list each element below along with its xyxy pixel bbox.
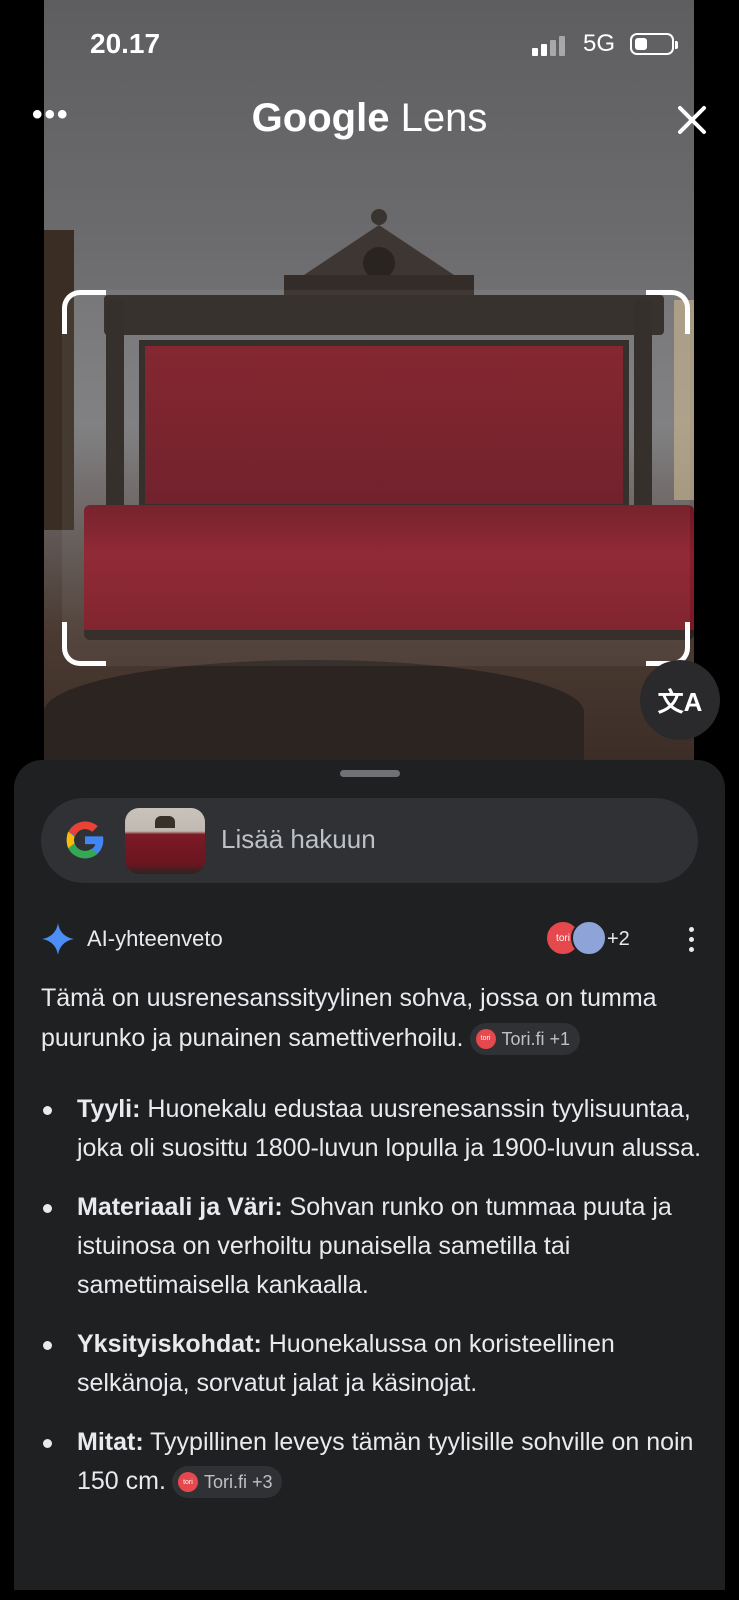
query-image-thumbnail[interactable]: [125, 808, 205, 874]
sheet-drag-handle[interactable]: [340, 770, 400, 777]
crop-handle-bottom-left[interactable]: [62, 622, 106, 666]
sparkle-icon: [42, 923, 74, 955]
source-chip[interactable]: tori Tori.fi +1: [469, 1023, 581, 1056]
google-g-icon: [66, 821, 104, 859]
crop-handle-top-left[interactable]: [62, 290, 106, 334]
source-chip-label: Tori.fi +1: [501, 1029, 571, 1050]
sofa-crest: [284, 209, 474, 300]
bullet-term: Tyyli:: [77, 1095, 141, 1123]
source-avatars[interactable]: tori: [545, 920, 615, 956]
source-count[interactable]: +2: [607, 928, 630, 951]
ai-overview-title: AI-yhteenveto: [87, 926, 223, 951]
signal-icon: [532, 36, 572, 56]
coffee-table: [44, 660, 584, 770]
bullet-term: Materiaali ja Väri:: [77, 1193, 283, 1221]
title-brand: Google: [251, 96, 390, 140]
title-product: Lens: [400, 96, 488, 140]
ai-overview-header: AI-yhteenveto tori +2: [41, 920, 711, 960]
translate-button[interactable]: 文A: [640, 660, 720, 740]
results-sheet: Lisää hakuun AI-yhteenveto tori +2 Tämä …: [14, 760, 725, 1590]
tori-logo-icon: tori: [177, 1472, 198, 1493]
bullet-term: Yksityiskohdat:: [77, 1330, 262, 1358]
translate-icon: 文A: [657, 686, 703, 717]
status-bar: 20.17 5G: [0, 0, 739, 90]
network-type: 5G: [583, 30, 616, 57]
bullet-term: Mitat:: [77, 1428, 144, 1456]
list-item: Tyyli: Huonekalu edustaa uusrenesanssin …: [41, 1090, 701, 1168]
list-item: Yksityiskohdat: Huonekalussa on koristee…: [41, 1325, 701, 1403]
close-icon[interactable]: [672, 100, 712, 140]
ai-summary: Tämä on uusrenesanssityylinen sohva, jos…: [41, 978, 701, 1058]
selection-area[interactable]: [62, 290, 690, 666]
page-title: Google Lens: [0, 96, 739, 141]
status-time: 20.17: [90, 28, 161, 59]
ai-bullet-list: Tyyli: Huonekalu edustaa uusrenesanssin …: [41, 1090, 701, 1521]
source-avatar-2: [571, 920, 607, 956]
source-chip[interactable]: tori Tori.fi +3: [171, 1466, 283, 1499]
tori-logo-icon: tori: [475, 1029, 496, 1050]
search-bar[interactable]: Lisää hakuun: [41, 798, 698, 883]
list-item: Materiaali ja Väri: Sohvan runko on tumm…: [41, 1188, 701, 1305]
battery-icon: [630, 33, 678, 55]
source-chip-label: Tori.fi +3: [203, 1471, 273, 1492]
more-vert-icon[interactable]: [681, 922, 701, 956]
list-item: Mitat: Tyypillinen leveys tämän tyylisil…: [41, 1423, 701, 1501]
crop-handle-top-right[interactable]: [646, 290, 690, 334]
search-placeholder: Lisää hakuun: [221, 824, 376, 854]
bullet-text: Tyypillinen leveys tämän tyylisille sohv…: [77, 1428, 694, 1495]
bullet-text: Huonekalu edustaa uusrenesanssin tyylisu…: [77, 1095, 702, 1162]
